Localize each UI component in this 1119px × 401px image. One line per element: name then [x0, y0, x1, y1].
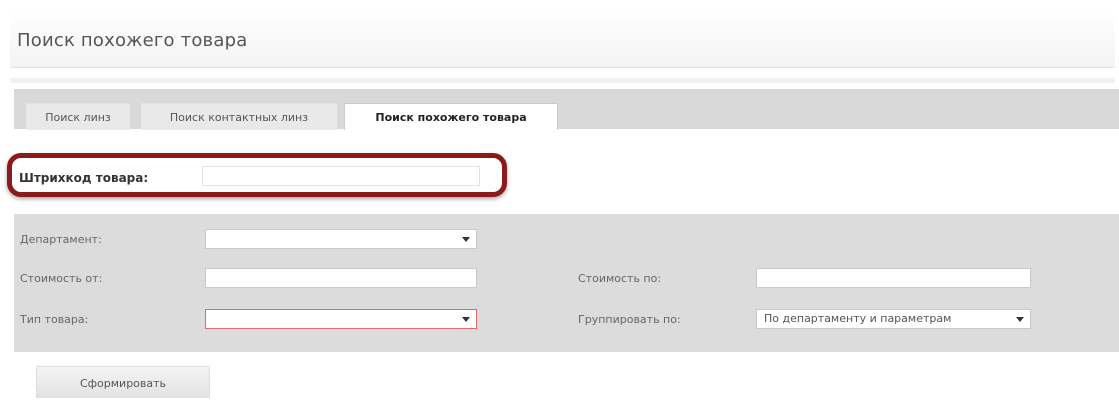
tab-contact-lens-search[interactable]: Поиск контактных линз [141, 103, 337, 130]
tab-similar-product-search[interactable]: Поиск похожего товара [344, 103, 558, 130]
tab-lens-search[interactable]: Поиск линз [26, 103, 130, 130]
generate-button[interactable]: Сформировать [36, 366, 210, 398]
price-from-label: Стоимость от: [20, 272, 103, 285]
barcode-input[interactable] [202, 166, 480, 186]
page-title: Поиск похожего товара [17, 30, 248, 51]
group-by-select[interactable]: По департаменту и параметрам [756, 309, 1031, 329]
price-to-label: Стоимость по: [578, 272, 662, 285]
chevron-down-icon [1016, 317, 1024, 322]
chevron-down-icon [462, 317, 470, 322]
department-select[interactable] [205, 229, 477, 249]
price-from-input[interactable] [205, 268, 477, 288]
department-label: Департамент: [20, 233, 102, 246]
divider [10, 78, 1115, 83]
chevron-down-icon [462, 237, 470, 242]
price-to-input[interactable] [756, 268, 1031, 288]
barcode-label: Штрихкод товара: [19, 171, 149, 185]
product-type-select[interactable] [205, 309, 477, 329]
group-by-value: По департаменту и параметрам [764, 312, 952, 325]
group-by-label: Группировать по: [578, 313, 681, 326]
product-type-label: Тип товара: [20, 313, 89, 326]
